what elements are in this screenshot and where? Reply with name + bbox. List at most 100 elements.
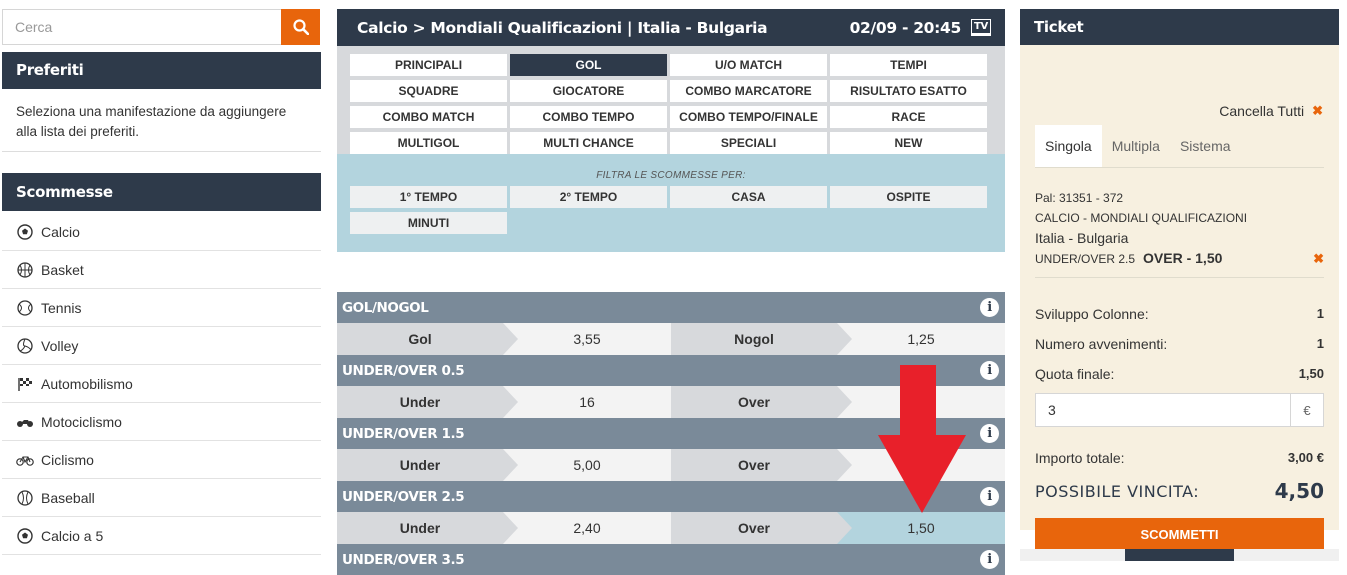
info-icon[interactable]: i — [980, 298, 999, 317]
tab-speciali[interactable]: SPECIALI — [670, 132, 827, 154]
tab-risultato-esatto[interactable]: RISULTATO ESATTO — [830, 80, 987, 102]
market-row: Under 2,40 Over 1,50 — [337, 512, 1005, 544]
volleyball-icon — [16, 337, 34, 354]
filter-casa[interactable]: CASA — [670, 186, 827, 208]
odd-button-selected[interactable]: 1,50 — [837, 512, 1005, 544]
tab-race[interactable]: RACE — [830, 106, 987, 128]
tab-multigol[interactable]: MULTIGOL — [350, 132, 507, 154]
tab-combo-tempo[interactable]: COMBO TEMPO — [510, 106, 667, 128]
search-button[interactable] — [281, 9, 320, 45]
left-sidebar: Preferiti Seleziona una manifestazione d… — [0, 0, 321, 561]
bet-selection-value: OVER - 1,50 — [1143, 250, 1223, 266]
match-datetime: 02/09 - 20:45 — [849, 18, 962, 37]
search-input[interactable] — [3, 10, 285, 44]
info-icon[interactable]: i — [980, 550, 999, 569]
outcome-label: Over — [671, 449, 852, 481]
checkered-flag-icon — [16, 376, 34, 392]
sport-label: Automobilismo — [41, 375, 133, 392]
tab-giocatore[interactable]: GIOCATORE — [510, 80, 667, 102]
tennis-ball-icon — [16, 299, 34, 316]
sport-label: Calcio — [41, 223, 80, 240]
tab-multi-chance[interactable]: MULTI CHANCE — [510, 132, 667, 154]
tab-uo-match[interactable]: U/O MATCH — [670, 54, 827, 76]
bets-header: Scommesse — [2, 173, 321, 211]
divider — [1035, 167, 1324, 168]
tv-icon[interactable]: TV — [971, 19, 991, 36]
sport-label: Calcio a 5 — [41, 527, 104, 544]
info-icon[interactable]: i — [980, 361, 999, 380]
odd-button[interactable]: 3,55 — [503, 323, 671, 355]
divider — [1035, 277, 1324, 278]
ticket-body: Cancella Tutti ✖ Singola Multipla Sistema… — [1020, 45, 1339, 551]
sport-label: Motociclismo — [41, 413, 122, 430]
sport-item-calcio[interactable]: Calcio — [2, 213, 321, 251]
tab-squadre[interactable]: SQUADRE — [350, 80, 507, 102]
tab-sistema[interactable]: Sistema — [1170, 125, 1241, 167]
sport-item-ciclismo[interactable]: Ciclismo — [2, 441, 321, 479]
bicycle-icon — [16, 453, 34, 467]
filter-minuti[interactable]: MINUTI — [350, 212, 507, 234]
tab-principali[interactable]: PRINCIPALI — [350, 54, 507, 76]
sviluppo-value: 1 — [1316, 306, 1324, 321]
sviluppo-label: Sviluppo Colonne: — [1035, 306, 1149, 322]
sport-item-motociclismo[interactable]: Motociclismo — [2, 403, 321, 441]
close-icon: ✖ — [1312, 103, 1323, 118]
sport-item-volley[interactable]: Volley — [2, 327, 321, 365]
tab-gol[interactable]: GOL — [510, 54, 667, 76]
sport-item-automobilismo[interactable]: Automobilismo — [2, 365, 321, 403]
possible-win-label: POSSIBILE VINCITA: — [1035, 481, 1200, 501]
market-title: UNDER/OVER 2.5 — [342, 488, 465, 505]
tab-new[interactable]: NEW — [830, 132, 987, 154]
market-title: UNDER/OVER 3.5 — [342, 551, 465, 568]
remove-bet-icon[interactable]: ✖ — [1313, 249, 1324, 269]
place-bet-button[interactable]: SCOMMETTI — [1035, 518, 1324, 551]
odd-button[interactable]: 5,00 — [503, 449, 671, 481]
stake-input[interactable] — [1036, 394, 1290, 426]
filter-2-tempo[interactable]: 2° TEMPO — [510, 186, 667, 208]
odd-button[interactable]: 16 — [503, 386, 671, 418]
avvenimenti-label: Numero avvenimenti: — [1035, 336, 1168, 352]
tab-multipla[interactable]: Multipla — [1102, 125, 1170, 167]
outcome-label: Under — [337, 449, 518, 481]
market-header: UNDER/OVER 3.5 i — [337, 544, 1005, 575]
sport-item-basket[interactable]: Basket — [2, 251, 321, 289]
tab-combo-marcatore[interactable]: COMBO MARCATORE — [670, 80, 827, 102]
market-header: GOL/NOGOL i — [337, 292, 1005, 323]
cancel-all-button[interactable]: Cancella Tutti ✖ — [1219, 103, 1323, 119]
filter-ospite[interactable]: OSPITE — [830, 186, 987, 208]
bet-category-tabs: PRINCIPALI GOL U/O MATCH TEMPI SQUADRE G… — [337, 46, 1005, 154]
odd-button[interactable]: 2,40 — [503, 512, 671, 544]
tab-combo-match[interactable]: COMBO MATCH — [350, 106, 507, 128]
sport-label: Tennis — [41, 299, 82, 316]
search-box — [2, 9, 320, 45]
bet-market-row: UNDER/OVER 2.5 OVER - 1,50 ✖ — [1035, 248, 1324, 269]
avvenimenti-row: Numero avvenimenti: 1 — [1035, 336, 1324, 352]
info-icon[interactable]: i — [980, 487, 999, 506]
importo-label: Importo totale: — [1035, 450, 1125, 466]
filter-1-tempo[interactable]: 1° TEMPO — [350, 186, 507, 208]
bet-selection: Pal: 31351 - 372 CALCIO - MONDIALI QUALI… — [1035, 188, 1324, 269]
ticket-header: Ticket — [1020, 9, 1339, 45]
sport-item-tennis[interactable]: Tennis — [2, 289, 321, 327]
quota-value: 1,50 — [1298, 366, 1324, 381]
quota-label: Quota finale: — [1035, 366, 1115, 382]
bottom-panel-edge — [1020, 549, 1339, 561]
soccer-ball-icon — [16, 527, 34, 544]
tab-tempi[interactable]: TEMPI — [830, 54, 987, 76]
odd-button[interactable]: 1,25 — [837, 323, 1005, 355]
bet-competition: CALCIO - MONDIALI QUALIFICAZIONI — [1035, 211, 1248, 225]
market-row: Gol 3,55 Nogol 1,25 — [337, 323, 1005, 355]
filter-title: FILTRA LE SCOMMESSE PER: — [596, 170, 746, 181]
outcome-label: Over — [671, 386, 852, 418]
outcome-label: Under — [337, 512, 518, 544]
sport-label: Basket — [41, 261, 84, 278]
sport-item-calcio-a-5[interactable]: Calcio a 5 — [2, 517, 321, 555]
sport-item-baseball[interactable]: Baseball — [2, 479, 321, 517]
importo-value: 3,00 € — [1287, 450, 1324, 465]
tab-combo-tempo-finale[interactable]: COMBO TEMPO/FINALE — [670, 106, 827, 128]
info-icon[interactable]: i — [980, 424, 999, 443]
motorcycle-icon — [16, 415, 34, 429]
bet-market: UNDER/OVER 2.5 — [1035, 252, 1136, 266]
tab-singola[interactable]: Singola — [1035, 125, 1102, 167]
favorites-header: Preferiti — [2, 52, 321, 89]
